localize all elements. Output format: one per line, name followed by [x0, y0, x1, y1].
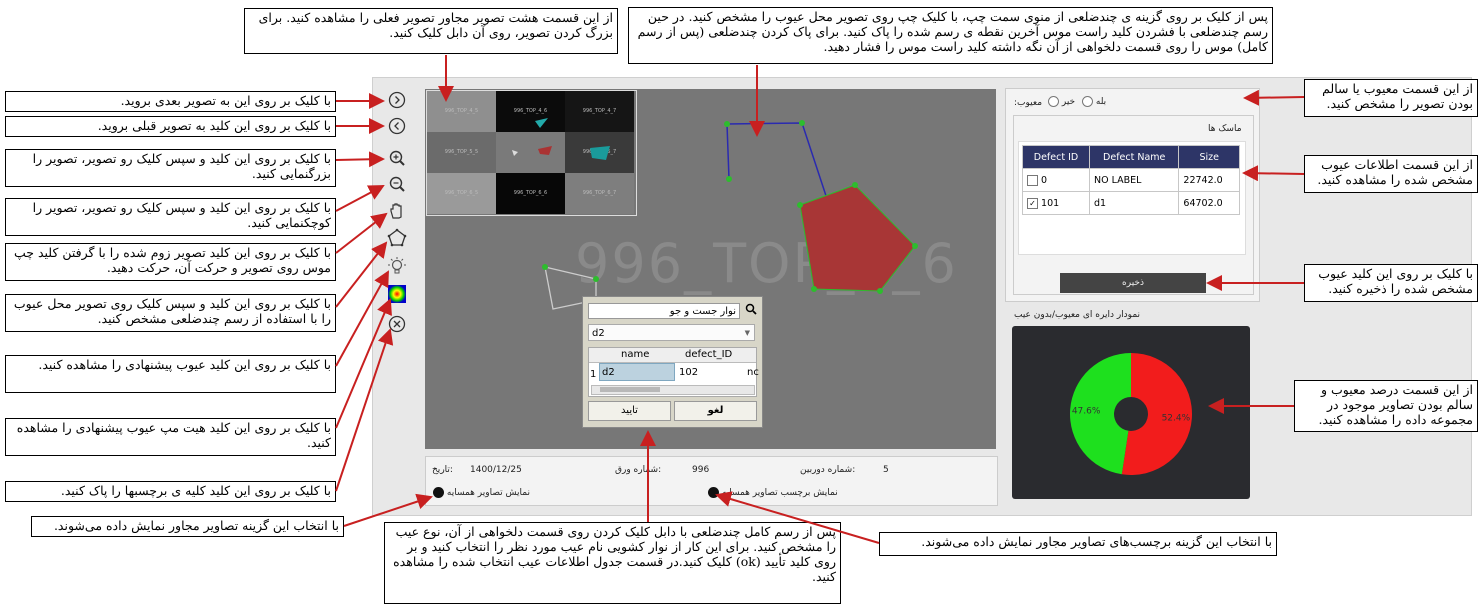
- annotation-arrows: [335, 55, 1305, 544]
